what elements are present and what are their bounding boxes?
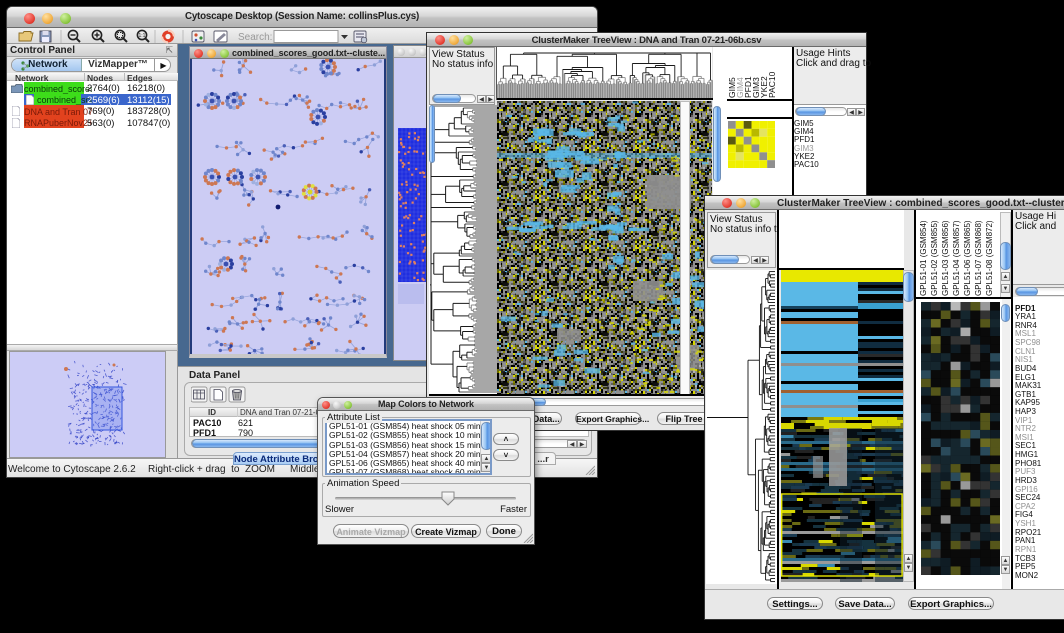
svg-text:1:1: 1:1	[139, 33, 146, 39]
svg-text:Search:: Search:	[238, 32, 272, 43]
